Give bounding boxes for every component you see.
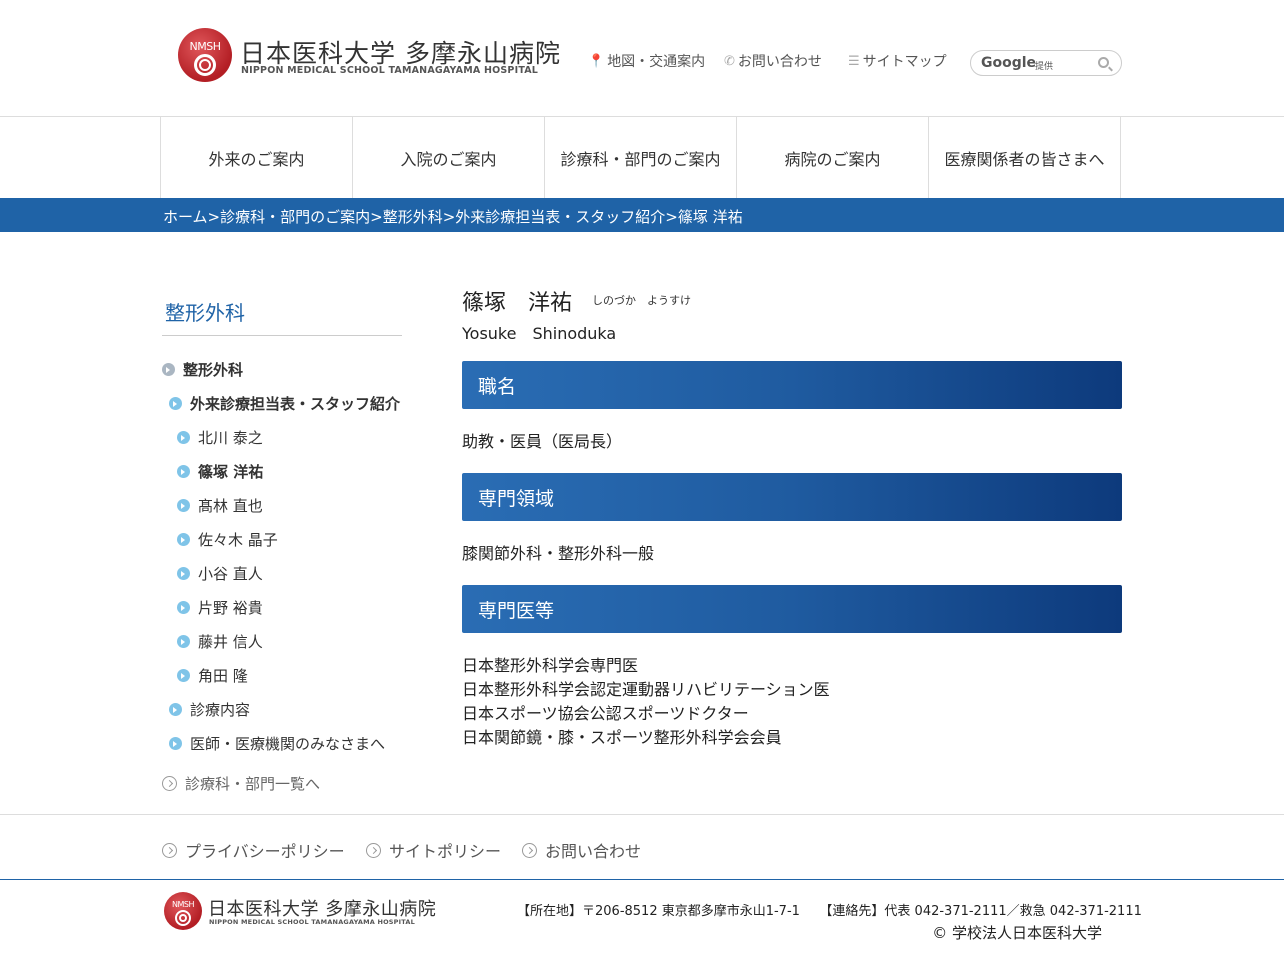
breadcrumb: ホーム>診療科・部門のご案内>整形外科>外来診療担当表・スタッフ紹介>篠塚 洋祐 xyxy=(0,198,1284,232)
search-provided-label: 提供 xyxy=(1035,62,1054,72)
doctor-name-en: Yosuke Shinoduka xyxy=(462,324,617,343)
chevron-circle-icon xyxy=(162,842,177,858)
sidebar-item-label: 篠塚 洋祐 xyxy=(198,463,264,481)
position-text: 助教・医員（医局長） xyxy=(462,432,623,451)
sitemap-link[interactable]: ☰ サイトマップ xyxy=(848,51,947,71)
privacy-policy-link[interactable]: プライバシーポリシー xyxy=(162,838,345,862)
chevron-circle-icon xyxy=(522,842,537,858)
logo-mark-text: NMSH xyxy=(172,900,194,909)
sidebar-item-staff-current[interactable]: 篠塚 洋祐 xyxy=(177,461,263,482)
map-access-label: 地図・交通案内 xyxy=(607,54,706,70)
sidebar-item-staff[interactable]: 藤井 信人 xyxy=(177,631,263,652)
map-pin-icon: 📍 xyxy=(588,53,605,69)
doctor-name-kana: しのづか ようすけ xyxy=(592,294,691,307)
sidebar-item-label: 北川 泰之 xyxy=(198,429,263,447)
sidebar-item-label: 整形外科 xyxy=(183,361,244,379)
bullet-icon xyxy=(177,567,190,580)
bullet-icon xyxy=(177,635,190,648)
logo-mark-icon: NMSH xyxy=(178,28,232,82)
hospital-logo[interactable]: NMSH 日本医科大学 多摩永山病院 NIPPON MEDICAL SCHOOL… xyxy=(178,28,560,84)
sidebar-item-orthopedics[interactable]: 整形外科 xyxy=(162,359,243,380)
sidebar-item-staff[interactable]: 角田 隆 xyxy=(177,665,248,686)
sitemap-label: サイトマップ xyxy=(862,54,947,70)
logo-title-en: NIPPON MEDICAL SCHOOL TAMANAGAYAMA HOSPI… xyxy=(241,65,539,76)
nav-medical-professionals[interactable]: 医療関係者の皆さまへ xyxy=(928,117,1121,198)
logo-mark-text: NMSH xyxy=(189,40,221,53)
list-icon: ☰ xyxy=(848,53,860,69)
bullet-icon xyxy=(177,465,190,478)
certification-item: 日本整形外科学会専門医 xyxy=(462,656,639,675)
privacy-policy-label: プライバシーポリシー xyxy=(185,842,345,861)
footer-logo[interactable]: NMSH 日本医科大学 多摩永山病院 NIPPON MEDICAL SCHOOL… xyxy=(164,892,436,932)
bullet-icon xyxy=(177,431,190,444)
chevron-circle-icon xyxy=(366,842,381,858)
contact-label: お問い合わせ xyxy=(737,54,822,70)
footer-copyright: © 学校法人日本医科大学 xyxy=(932,924,1102,942)
section-body-specialty: 膝関節外科・整形外科一般 xyxy=(462,542,654,566)
bullet-icon xyxy=(177,533,190,546)
footer-links: プライバシーポリシー サイトポリシー お問い合わせ xyxy=(0,814,1284,880)
search-input[interactable]: Google 提供 xyxy=(970,50,1122,76)
site-policy-link[interactable]: サイトポリシー xyxy=(366,838,501,862)
nav-departments[interactable]: 診療科・部門のご案内 xyxy=(544,117,736,198)
sidebar-item-label: 藤井 信人 xyxy=(198,633,263,651)
sidebar-item-staff[interactable]: 佐々木 晶子 xyxy=(177,529,278,550)
department-list-link[interactable]: 診療科・部門一覧へ xyxy=(162,773,320,794)
bullet-icon xyxy=(162,363,175,376)
bullet-icon xyxy=(169,703,182,716)
nav-hospital-info[interactable]: 病院のご案内 xyxy=(736,117,928,198)
footer-contact-link[interactable]: お問い合わせ xyxy=(522,838,641,862)
sidebar-item-schedule-staff[interactable]: 外来診療担当表・スタッフ紹介 xyxy=(169,393,400,414)
sidebar-item-treatment[interactable]: 診療内容 xyxy=(169,699,250,720)
footer-contact-label: お問い合わせ xyxy=(545,842,642,861)
sidebar-item-staff[interactable]: 小谷 直人 xyxy=(177,563,263,584)
chevron-circle-icon xyxy=(162,776,177,791)
section-heading-specialty: 専門領域 xyxy=(462,473,1122,521)
section-heading-certifications: 専門医等 xyxy=(462,585,1122,633)
certification-item: 日本スポーツ協会公認スポーツドクター xyxy=(462,704,749,723)
sidebar-item-label: 髙林 直也 xyxy=(198,497,263,515)
footer-address: 【所在地】〒206-8512 東京都多摩市永山1-7-1 【連絡先】代表 042… xyxy=(517,904,1142,919)
sidebar-item-label: 小谷 直人 xyxy=(198,565,263,583)
sidebar-item-label: 診療内容 xyxy=(190,701,251,719)
bullet-icon xyxy=(177,601,190,614)
nav-outpatient[interactable]: 外来のご案内 xyxy=(160,117,352,198)
sidebar-item-label: 医師・医療機関のみなさまへ xyxy=(190,735,386,753)
section-body-certifications: 日本整形外科学会専門医 日本整形外科学会認定運動器リハビリテーション医 日本スポ… xyxy=(462,654,830,750)
sidebar-title[interactable]: 整形外科 xyxy=(165,297,245,326)
sidebar-divider xyxy=(162,335,402,336)
sidebar-item-label: 外来診療担当表・スタッフ紹介 xyxy=(190,395,401,413)
sidebar-item-for-physicians[interactable]: 医師・医療機関のみなさまへ xyxy=(169,733,385,754)
breadcrumb-text[interactable]: ホーム>診療科・部門のご案内>整形外科>外来診療担当表・スタッフ紹介>篠塚 洋祐 xyxy=(163,206,743,227)
global-nav: 外来のご案内 入院のご案内 診療科・部門のご案内 病院のご案内 医療関係者の皆さ… xyxy=(0,116,1284,198)
map-access-link[interactable]: 📍 地図・交通案内 xyxy=(588,51,705,71)
site-policy-label: サイトポリシー xyxy=(389,842,502,861)
logo-mark-icon: NMSH xyxy=(164,892,202,930)
certification-item: 日本関節鏡・膝・スポーツ整形外科学会会員 xyxy=(462,728,782,747)
bullet-icon xyxy=(169,737,182,750)
footer-logo-en: NIPPON MEDICAL SCHOOL TAMANAGAYAMA HOSPI… xyxy=(209,918,415,926)
specialty-text: 膝関節外科・整形外科一般 xyxy=(462,544,655,563)
bullet-icon xyxy=(177,499,190,512)
nav-inpatient[interactable]: 入院のご案内 xyxy=(352,117,544,198)
sidebar-item-staff[interactable]: 髙林 直也 xyxy=(177,495,263,516)
contact-link[interactable]: ✆ お問い合わせ xyxy=(724,51,822,71)
doctor-name-jp: 篠塚 洋祐 xyxy=(462,291,573,316)
sidebar-item-label: 片野 裕貴 xyxy=(198,599,263,617)
search-brand: Google xyxy=(981,55,1037,71)
site-header: NMSH 日本医科大学 多摩永山病院 NIPPON MEDICAL SCHOOL… xyxy=(0,0,1284,116)
sidebar-item-staff[interactable]: 北川 泰之 xyxy=(177,427,263,448)
section-heading-position: 職名 xyxy=(462,361,1122,409)
phone-icon: ✆ xyxy=(724,53,735,69)
department-list-label: 診療科・部門一覧へ xyxy=(185,775,321,793)
section-body-position: 助教・医員（医局長） xyxy=(462,430,622,454)
search-icon[interactable] xyxy=(1098,57,1109,68)
certification-item: 日本整形外科学会認定運動器リハビリテーション医 xyxy=(462,680,830,699)
bullet-icon xyxy=(169,397,182,410)
sidebar-item-label: 角田 隆 xyxy=(198,667,248,685)
sidebar-item-staff[interactable]: 片野 裕貴 xyxy=(177,597,263,618)
sidebar-item-label: 佐々木 晶子 xyxy=(198,531,278,549)
bullet-icon xyxy=(177,669,190,682)
